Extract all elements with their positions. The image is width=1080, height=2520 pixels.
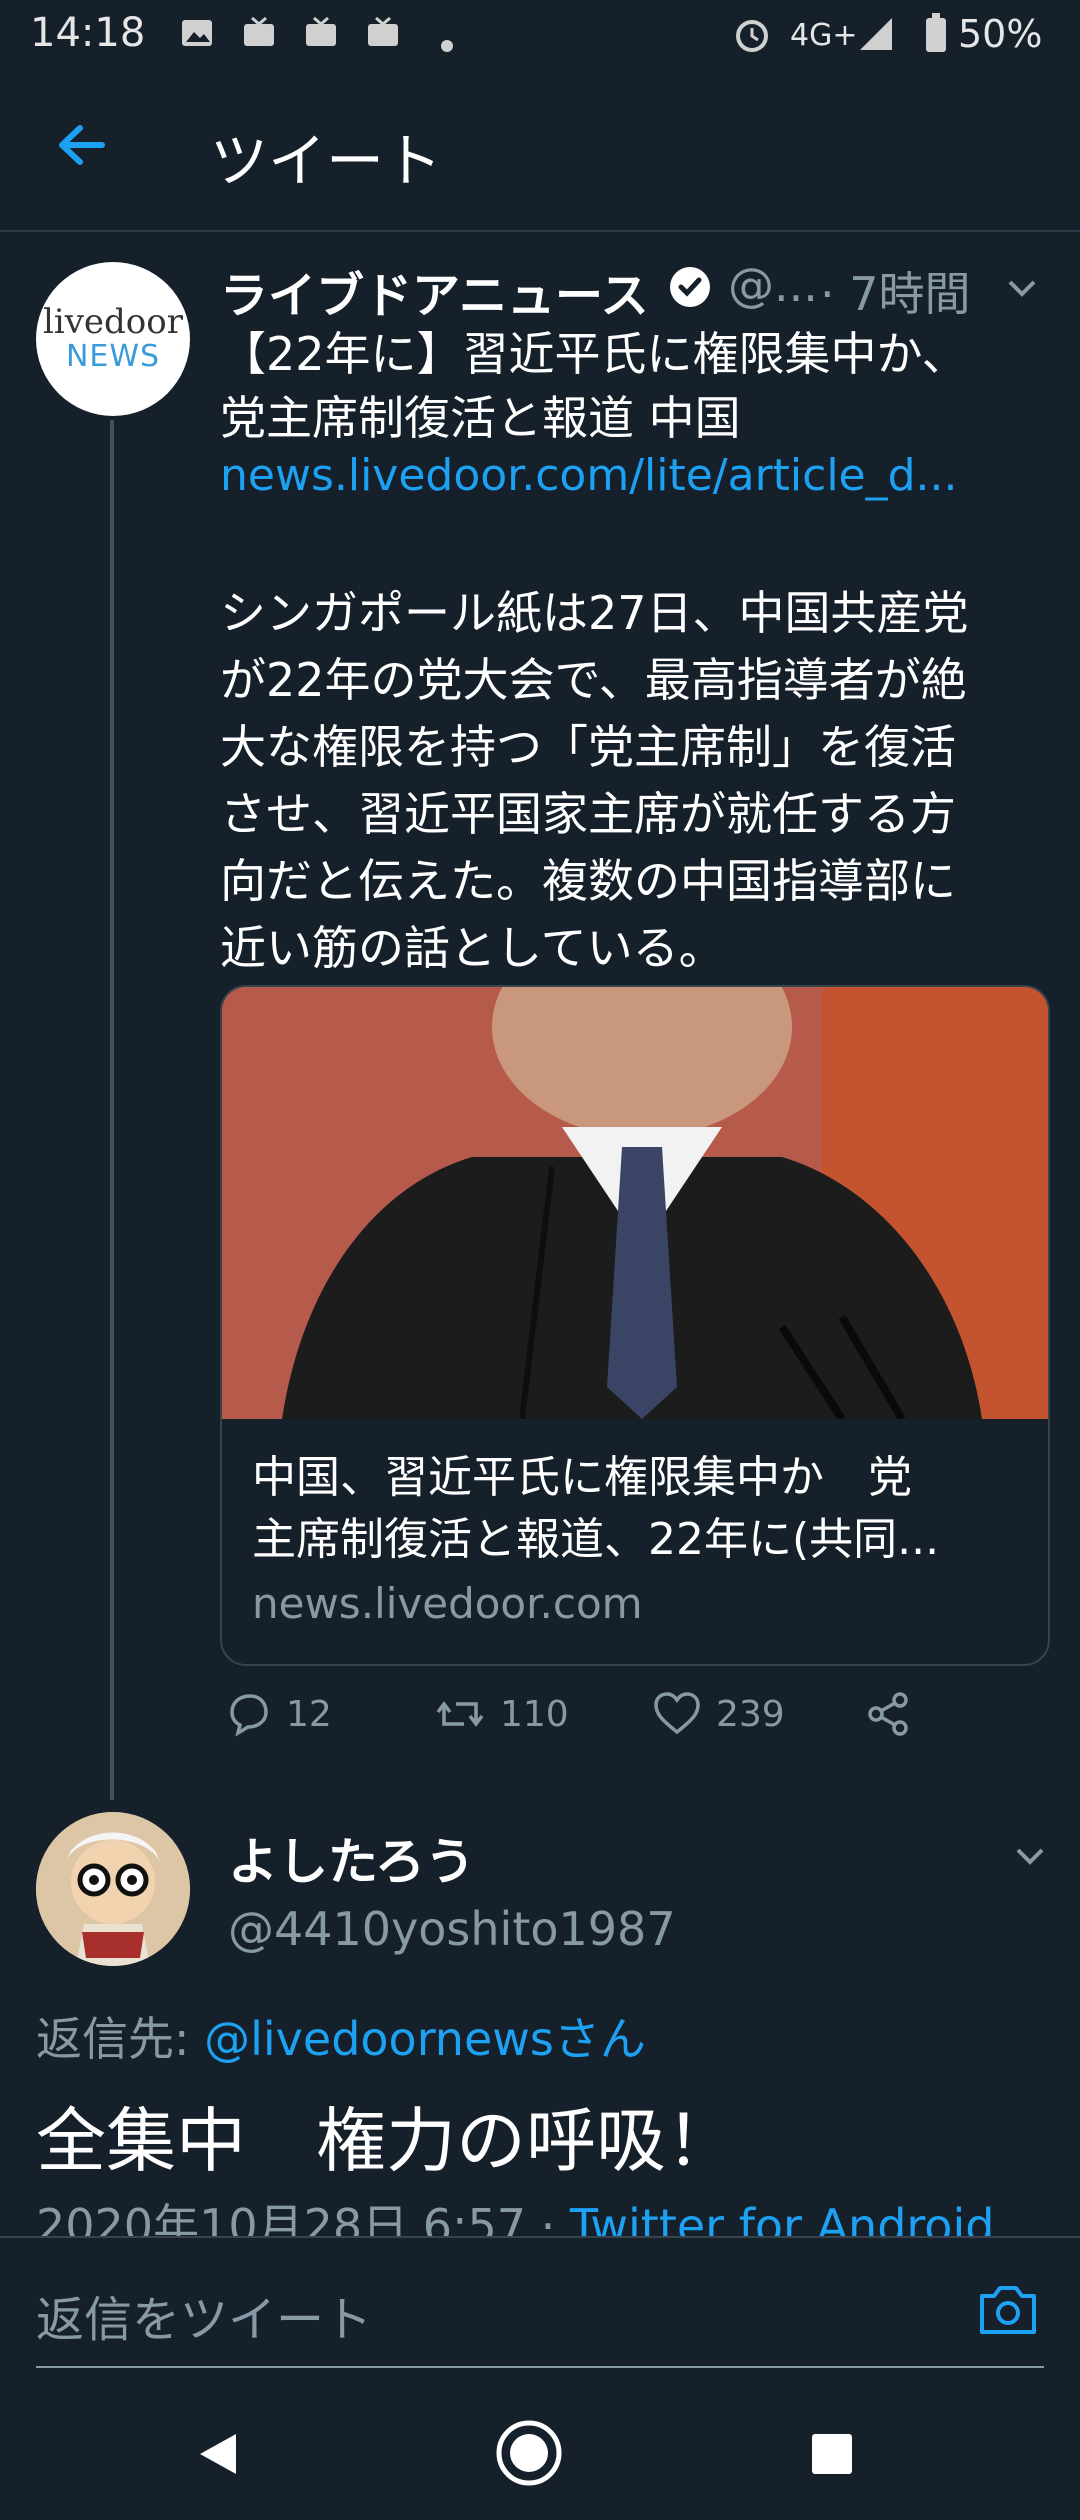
top-app-bar: ツイート	[0, 70, 1080, 232]
tv-icon	[242, 16, 276, 57]
tweet-text: 【22年に】習近平氏に権限集中か、 党主席制復活と報道 中国	[220, 322, 1040, 450]
reply-author-handle: @4410yoshito1987	[228, 1902, 676, 1956]
nav-home-icon[interactable]	[494, 2418, 564, 2492]
share-action[interactable]	[864, 1690, 912, 1738]
avatar-logo-subtext: NEWS	[65, 339, 161, 374]
back-arrow-icon[interactable]	[50, 110, 120, 180]
reply-to-label: 返信先:	[36, 2012, 205, 2066]
card-domain: news.livedoor.com	[252, 1579, 643, 1628]
avatar[interactable]: livedoor NEWS	[36, 262, 190, 416]
tweet-body-line: させ、習近平国家主席が就任する方	[220, 787, 956, 841]
network-type: 4G+	[790, 18, 858, 53]
retweet-count: 110	[500, 1693, 569, 1735]
tweet-link[interactable]: news.livedoor.com/lite/article_d...	[220, 450, 958, 501]
chevron-down-icon[interactable]	[1010, 1836, 1050, 1876]
reply-text: 全集中 権力の呼吸！	[36, 2100, 736, 2182]
tweet-body-line: シンガポール紙は27日、中国共産党	[220, 586, 969, 640]
reply-icon	[230, 1694, 268, 1737]
nav-recents-icon[interactable]	[810, 2432, 854, 2480]
tweet-text-line: 【22年に】習近平氏に権限集中か、	[220, 327, 968, 381]
card-title: 中国、習近平氏に権限集中か 党 主席制復活と報道、22年に(共同...	[252, 1447, 1022, 1571]
battery-level: 50%	[958, 12, 1043, 56]
card-image	[222, 987, 1048, 1422]
tv-icon	[304, 16, 338, 57]
tweet-body-line: 大な権限を持つ「党主席制」を復活	[220, 720, 956, 774]
status-time: 14:18	[30, 10, 146, 56]
battery-icon	[924, 12, 948, 61]
chevron-down-icon[interactable]	[1002, 268, 1042, 308]
dot-icon	[440, 24, 454, 60]
author-name[interactable]: ライブドアニュース	[220, 256, 649, 326]
signal-icon	[856, 14, 896, 61]
reply-action[interactable]: 12	[224, 1690, 332, 1738]
tweet-body-line: 近い筋の話としている。	[220, 921, 725, 975]
retweet-action[interactable]: 110	[434, 1690, 569, 1738]
card-title-line: 中国、習近平氏に権限集中か 党	[252, 1452, 912, 1503]
tv-icon	[366, 16, 400, 57]
reply-author-name[interactable]: よしたろう	[228, 1822, 475, 1894]
avatar[interactable]	[36, 1812, 190, 1966]
reply-input[interactable]: 返信をツイート	[36, 2280, 372, 2350]
retweet-icon	[436, 1701, 484, 1727]
like-action[interactable]: 239	[652, 1690, 785, 1738]
reply-count: 12	[286, 1693, 332, 1735]
tweet-body-line: 向だと伝えた。複数の中国指導部に	[220, 854, 956, 908]
compose-bar: 返信をツイート	[0, 2236, 1080, 2388]
image-icon	[180, 16, 214, 57]
tweet-body-line: が22年の党大会で、最高指導者が絶	[220, 653, 967, 707]
like-count: 239	[716, 1693, 785, 1735]
link-card[interactable]: 中国、習近平氏に権限集中か 党 主席制復活と報道、22年に(共同... news…	[220, 985, 1050, 1666]
alarm-icon	[732, 14, 772, 61]
share-icon	[868, 1692, 908, 1736]
nav-back-icon[interactable]	[196, 2430, 240, 2482]
reply-to-mention[interactable]: @livedoornewsさん	[204, 2012, 646, 2066]
tweet-body: シンガポール紙は27日、中国共産党 が22年の党大会で、最高指導者が絶 大な権限…	[220, 580, 1040, 982]
author-handle: @...	[728, 258, 818, 312]
verified-badge-icon	[668, 265, 712, 309]
page-title: ツイート	[210, 127, 443, 195]
system-nav-bar	[0, 2386, 1080, 2520]
avatar-logo-text: livedoor	[42, 302, 184, 342]
input-underline	[36, 2366, 1044, 2368]
status-bar: 14:18 4G+ 50%	[0, 0, 1080, 70]
card-title-line: 主席制復活と報道、22年に(共同...	[252, 1514, 940, 1565]
tweet-time: · 7時間	[820, 267, 971, 321]
camera-icon[interactable]	[976, 2278, 1040, 2342]
thread-line	[110, 420, 114, 1800]
heart-icon	[654, 1692, 700, 1735]
tweet-text-line: 党主席制復活と報道 中国	[220, 391, 741, 445]
reply-to-line: 返信先: @livedoornewsさん	[36, 2003, 646, 2069]
